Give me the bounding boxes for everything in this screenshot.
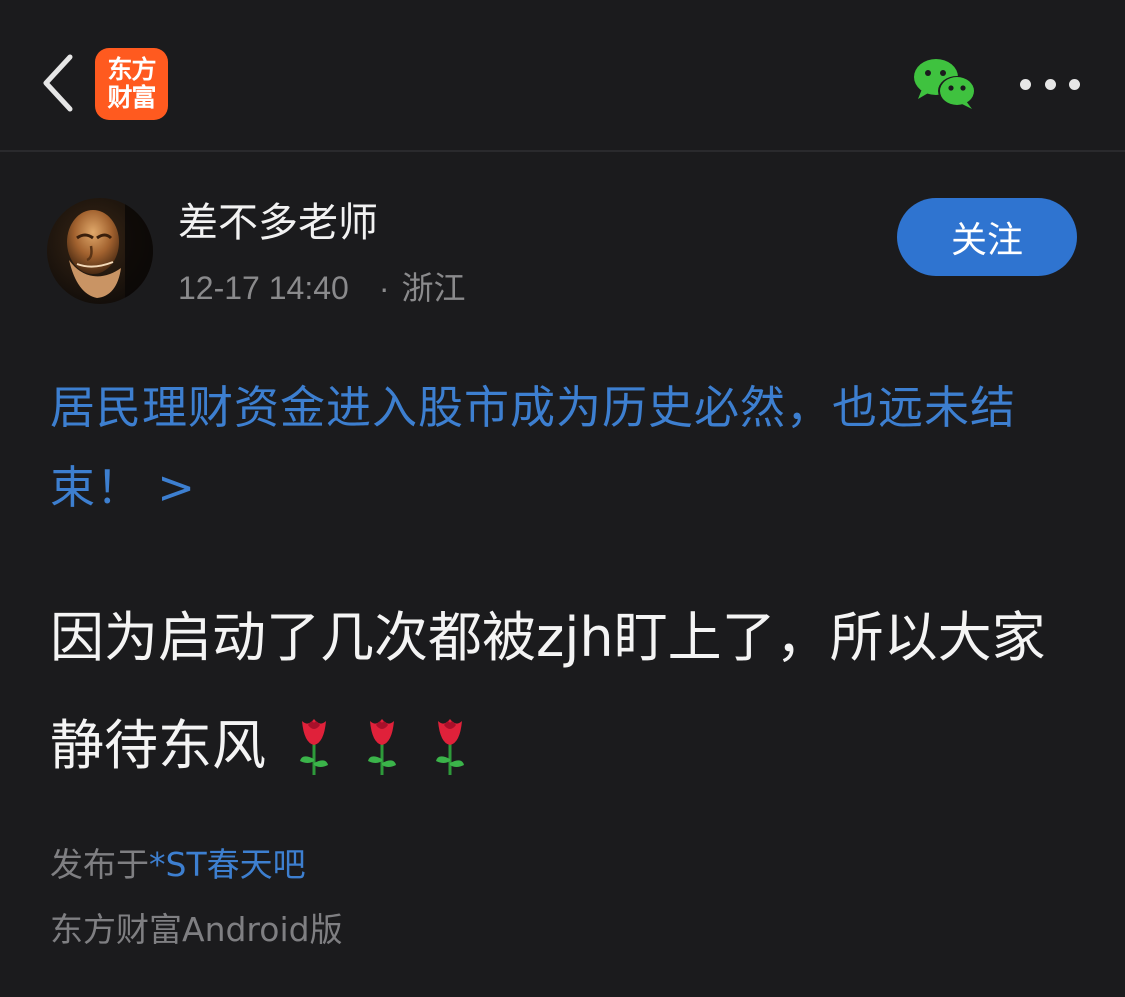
posted-in-line: 发布于*ST春天吧: [50, 842, 306, 888]
top-nav-bar: 东方 财富: [0, 0, 1125, 152]
post-location: 浙江: [401, 270, 466, 306]
more-dot: [1020, 78, 1031, 90]
avatar-image: [47, 198, 153, 304]
stock-bar-link[interactable]: *ST春天吧: [149, 845, 306, 884]
back-button[interactable]: [34, 50, 82, 116]
logo-text-line2: 财富: [107, 83, 156, 112]
rose-icon: [368, 719, 396, 776]
client-source: 东方财富Android版: [50, 910, 343, 949]
linked-article-title[interactable]: 居民理财资金进入股市成为历史必然，也远未结束！ >: [50, 368, 1080, 528]
rose-icon: [300, 719, 328, 776]
wechat-share-button[interactable]: [910, 55, 980, 113]
more-dot: [1069, 78, 1080, 90]
post-time: 12-17 14:40: [178, 270, 349, 306]
more-dot: [1044, 78, 1056, 90]
author-name[interactable]: 差不多老师: [178, 196, 378, 250]
author-avatar[interactable]: [47, 198, 153, 304]
follow-button[interactable]: 关注: [897, 198, 1077, 276]
post-content: 因为启动了几次都被zjh盯上了，所以大家静待东风: [50, 584, 1090, 800]
rose-icon: [436, 719, 464, 776]
meta-separator: ·: [378, 270, 390, 306]
posted-in-prefix: 发布于: [50, 845, 149, 884]
logo-text-line1: 东方: [107, 55, 156, 84]
post-meta: 12-17 14:40 · 浙江: [178, 266, 465, 310]
chevron-left-icon: [43, 54, 73, 112]
eastmoney-logo[interactable]: 东方 财富: [95, 48, 168, 120]
post-text: 因为启动了几次都被zjh盯上了，所以大家静待东风: [50, 606, 1046, 777]
wechat-icon: [914, 59, 976, 109]
more-options-button[interactable]: [1020, 62, 1080, 106]
